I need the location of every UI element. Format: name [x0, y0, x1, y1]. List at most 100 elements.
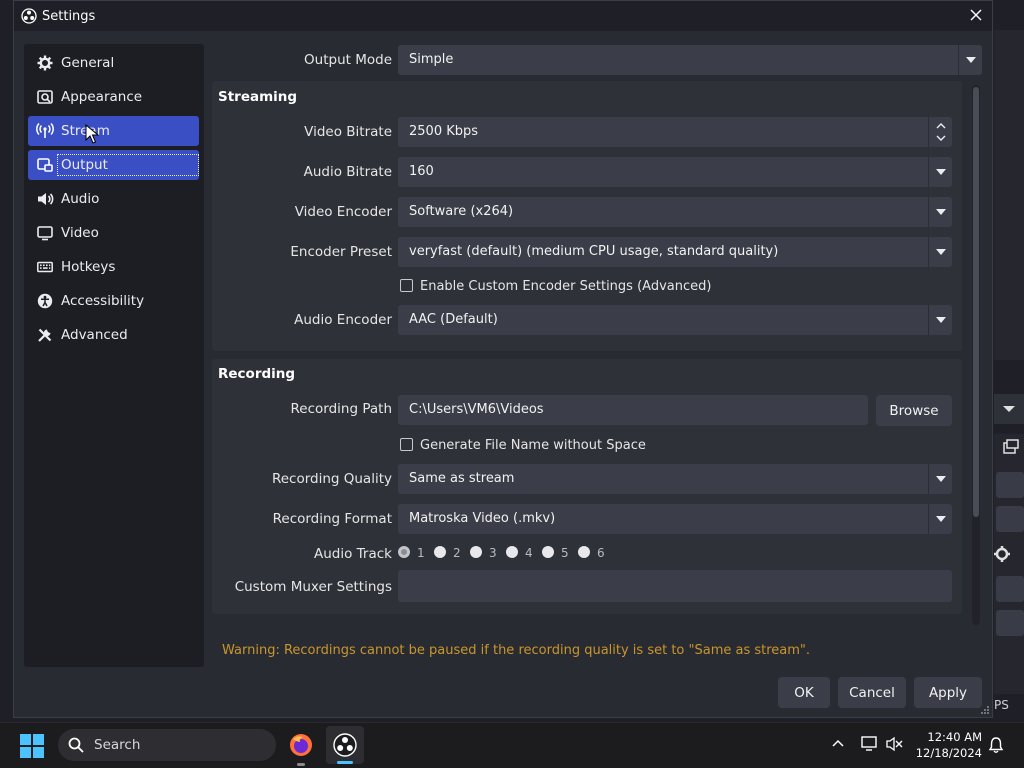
background-dropdown[interactable] [994, 394, 1024, 424]
audio-bitrate-value: 160 [409, 164, 434, 179]
sidebar-item-appearance[interactable]: Appearance [28, 82, 199, 112]
windows-start-icon[interactable] [20, 734, 44, 758]
recording-path-value: C:\Users\VM6\Videos [409, 402, 544, 417]
window-title: Settings [42, 9, 96, 24]
tools-icon [36, 326, 54, 344]
audio-track-radio-6[interactable] [578, 546, 590, 558]
background-dock-button[interactable] [996, 610, 1024, 636]
apply-button[interactable]: Apply [914, 677, 982, 708]
chevron-down-icon [928, 237, 952, 267]
video-bitrate-label: Video Bitrate [304, 124, 392, 140]
chevron-down-icon [928, 157, 952, 187]
chevron-down-icon [928, 305, 952, 335]
video-encoder-value: Software (x264) [409, 204, 514, 219]
recording-format-value: Matroska Video (.mkv) [409, 511, 556, 526]
volume-muted-icon[interactable] [886, 736, 904, 752]
audio-track-radio-4[interactable] [506, 546, 518, 558]
resize-grip-icon[interactable] [980, 705, 990, 715]
recording-quality-select[interactable]: Same as stream [398, 464, 952, 494]
filename-no-space-checkbox[interactable] [400, 438, 413, 451]
taskbar-clock[interactable]: 12:40 AM 12/18/2024 [916, 729, 982, 761]
audio-encoder-label: Audio Encoder [294, 312, 392, 328]
audio-track-radio-1[interactable] [398, 546, 410, 558]
audio-track-label-3: 3 [489, 546, 497, 560]
background-dock-button[interactable] [996, 576, 1024, 602]
recording-format-select[interactable]: Matroska Video (.mkv) [398, 504, 952, 534]
title-bar[interactable]: Settings [14, 1, 992, 31]
notification-bell-icon[interactable] [988, 736, 1004, 754]
clock-time: 12:40 AM [927, 730, 982, 744]
audio-bitrate-select[interactable]: 160 [398, 157, 952, 187]
spin-arrows-icon[interactable] [928, 117, 952, 147]
browse-button[interactable]: Browse [876, 395, 952, 426]
video-encoder-select[interactable]: Software (x264) [398, 197, 952, 227]
recording-path-input[interactable]: C:\Users\VM6\Videos [398, 395, 868, 425]
chevron-down-icon [958, 45, 982, 75]
appearance-icon [36, 88, 54, 106]
sidebar-item-label: Appearance [61, 89, 143, 105]
sidebar-item-label: Hotkeys [61, 259, 116, 275]
output-mode-value: Simple [409, 52, 454, 67]
video-bitrate-value: 2500 Kbps [409, 124, 479, 139]
accessibility-icon [36, 292, 54, 310]
video-encoder-label: Video Encoder [294, 204, 392, 220]
audio-track-radio-2[interactable] [434, 546, 446, 558]
keyboard-icon [36, 258, 54, 276]
audio-track-label: Audio Track [314, 546, 392, 562]
recording-group-title: Recording [218, 366, 296, 382]
chevron-up-icon[interactable] [832, 739, 844, 747]
encoder-preset-value: veryfast (default) (medium CPU usage, st… [409, 244, 779, 259]
encoder-preset-label: Encoder Preset [290, 244, 392, 260]
search-icon [68, 737, 84, 753]
running-indicator [297, 763, 305, 766]
mouse-cursor-icon [85, 124, 99, 144]
recording-format-label: Recording Format [272, 511, 392, 527]
audio-track-radio-3[interactable] [470, 546, 482, 558]
ok-button[interactable]: OK [778, 677, 830, 708]
streaming-group-title: Streaming [218, 89, 298, 105]
background-dock-button[interactable] [996, 472, 1024, 498]
settings-dialog: Settings General Appearance Stream Outpu… [13, 0, 993, 718]
custom-muxer-label: Custom Muxer Settings [234, 579, 392, 595]
taskbar-search[interactable]: Search [58, 729, 276, 761]
audio-track-label-1: 1 [417, 546, 425, 560]
output-mode-select[interactable]: Simple [398, 45, 982, 75]
custom-encoder-checkbox-label[interactable]: Enable Custom Encoder Settings (Advanced… [420, 279, 711, 294]
recording-path-label: Recording Path [290, 401, 392, 417]
audio-bitrate-label: Audio Bitrate [303, 164, 392, 180]
sidebar-item-label: Video [61, 225, 99, 241]
gear-icon[interactable] [993, 545, 1011, 563]
recording-quality-value: Same as stream [409, 471, 515, 486]
clock-date: 12/18/2024 [915, 746, 982, 760]
custom-encoder-checkbox[interactable] [400, 279, 413, 292]
custom-muxer-input[interactable] [398, 570, 952, 602]
audio-track-label-4: 4 [525, 546, 533, 560]
video-bitrate-spinbox[interactable]: 2500 Kbps [398, 117, 952, 147]
audio-encoder-value: AAC (Default) [409, 312, 498, 327]
obs-logo-icon [333, 733, 357, 757]
screen: PS Settings General Appearance Stream Ou… [0, 0, 1024, 768]
background-dock-button[interactable] [996, 506, 1024, 532]
background-preview-edge [994, 30, 1024, 360]
scrollbar-thumb[interactable] [973, 87, 979, 517]
audio-track-label-6: 6 [597, 546, 605, 560]
popout-icon[interactable] [1003, 439, 1019, 455]
audio-encoder-select[interactable]: AAC (Default) [398, 305, 952, 335]
close-icon[interactable] [968, 7, 984, 23]
active-indicator [337, 761, 353, 764]
audio-track-radio-5[interactable] [542, 546, 554, 558]
filename-no-space-checkbox-label[interactable]: Generate File Name without Space [420, 438, 646, 453]
sidebar-item-label: Advanced [61, 327, 128, 343]
audio-track-label-5: 5 [561, 546, 569, 560]
obs-logo-icon [21, 8, 37, 24]
firefox-icon[interactable] [288, 732, 314, 758]
chevron-down-icon [928, 464, 952, 494]
obs-taskbar-button[interactable] [326, 726, 364, 764]
network-icon[interactable] [860, 736, 878, 752]
background-fps-text: PS [994, 698, 1009, 712]
content-scrollbar[interactable] [972, 85, 980, 625]
recording-quality-label: Recording Quality [271, 471, 392, 487]
monitor-icon [36, 224, 54, 242]
encoder-preset-select[interactable]: veryfast (default) (medium CPU usage, st… [398, 237, 952, 267]
cancel-button[interactable]: Cancel [838, 677, 906, 708]
